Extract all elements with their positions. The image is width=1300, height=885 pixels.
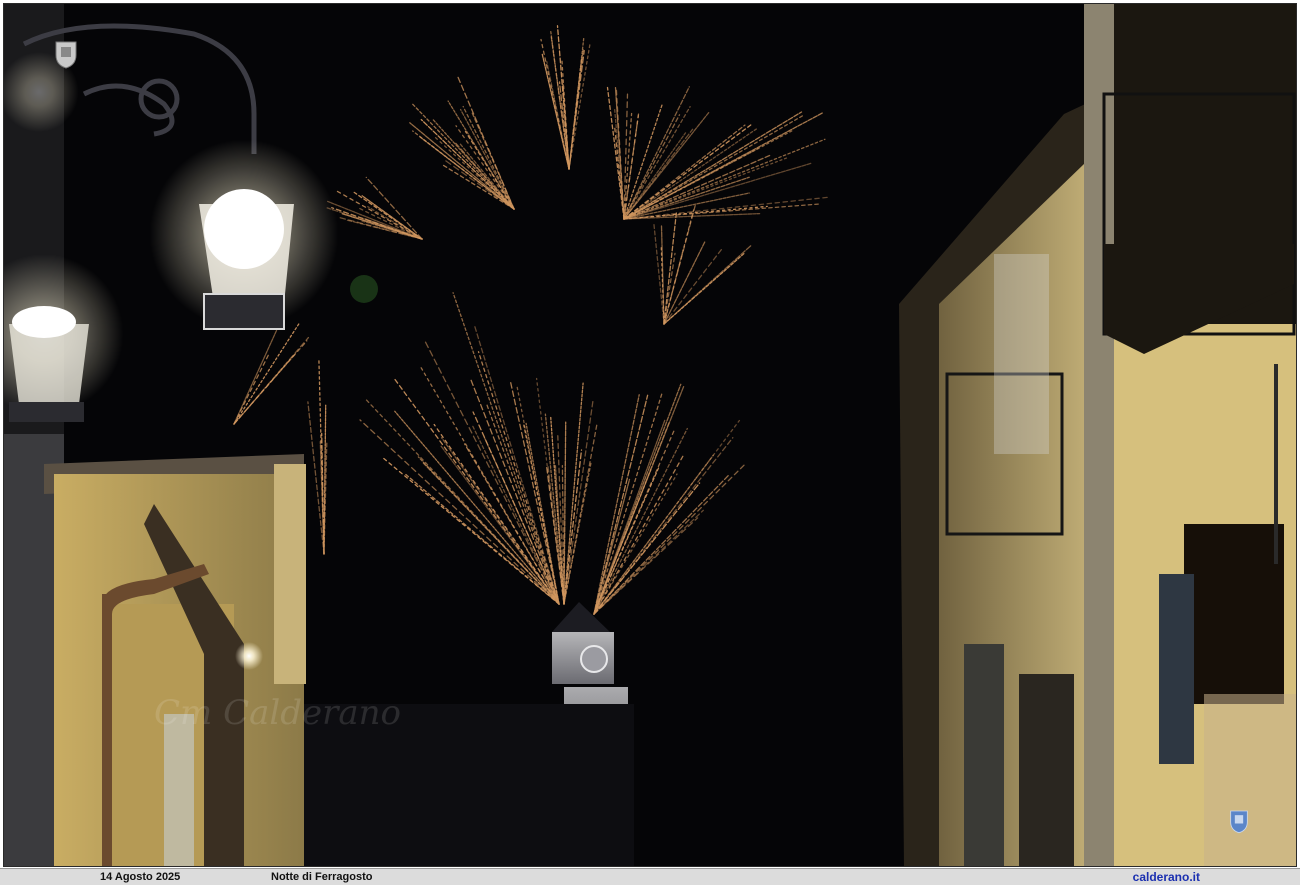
caption-bar: 14 Agosto 2025 Notte di Ferragosto calde… <box>0 868 1300 885</box>
fireworks-photo: Cm Calderano <box>4 4 1296 866</box>
photo-frame: Cm Calderano <box>3 3 1297 867</box>
photo-date: 14 Agosto 2025 <box>100 871 181 883</box>
photographer-signature: Cm Calderano <box>154 693 401 733</box>
lens-flare <box>350 275 378 303</box>
site-link[interactable]: calderano.it <box>1133 870 1200 885</box>
photo-title: Notte di Ferragosto <box>271 871 373 883</box>
street-lamp-upper <box>149 139 339 330</box>
crest-seal-icon <box>55 41 77 69</box>
crest-seal-icon <box>1230 810 1248 834</box>
